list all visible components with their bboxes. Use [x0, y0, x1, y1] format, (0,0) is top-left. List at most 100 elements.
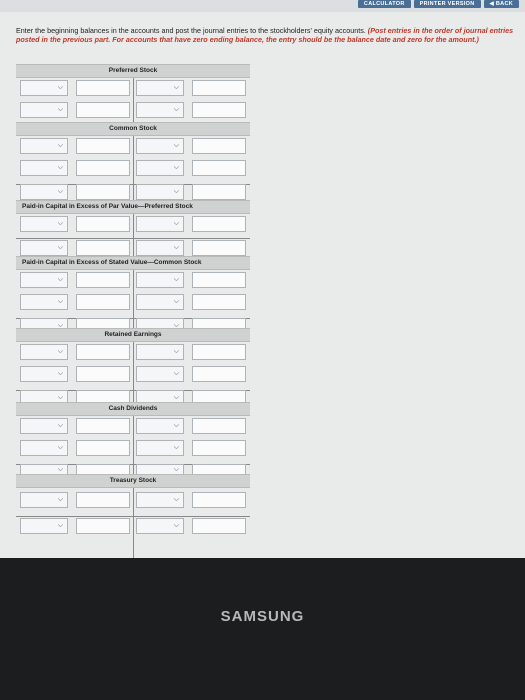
chevron-down-icon: ⌵ — [57, 220, 63, 227]
debit-amount-input[interactable] — [76, 272, 130, 288]
t-account-cash-dividends: Cash Dividends ⌵ ⌵ ⌵ ⌵ ⌵ ⌵ — [16, 402, 250, 482]
chevron-down-icon: ⌵ — [173, 188, 179, 195]
instructions-text: Enter the beginning balances in the acco… — [16, 26, 366, 35]
t-account-title: Preferred Stock — [16, 64, 250, 78]
debit-date-select[interactable]: ⌵ — [20, 344, 68, 360]
chevron-down-icon: ⌵ — [57, 244, 63, 251]
chevron-down-icon: ⌵ — [57, 444, 63, 451]
credit-date-select[interactable]: ⌵ — [136, 240, 184, 256]
credit-date-select[interactable]: ⌵ — [136, 344, 184, 360]
credit-amount-input[interactable] — [192, 440, 246, 456]
top-toolbar: CALCULATOR PRINTER VERSION ◀ BACK — [0, 0, 525, 12]
credit-amount-input[interactable] — [192, 80, 246, 96]
t-account-title: Retained Earnings — [16, 328, 250, 342]
debit-date-select[interactable]: ⌵ — [20, 102, 68, 118]
back-button[interactable]: ◀ BACK — [483, 0, 519, 8]
t-account-retained-earnings: Retained Earnings ⌵ ⌵ ⌵ ⌵ ⌵ ⌵ — [16, 328, 250, 410]
credit-date-select[interactable]: ⌵ — [136, 160, 184, 176]
debit-date-select[interactable]: ⌵ — [20, 160, 68, 176]
chevron-down-icon: ⌵ — [57, 84, 63, 91]
chevron-down-icon: ⌵ — [173, 370, 179, 377]
credit-date-select[interactable]: ⌵ — [136, 272, 184, 288]
printer-version-button[interactable]: PRINTER VERSION — [413, 0, 481, 8]
t-account-title: Paid-in Capital in Excess of Stated Valu… — [16, 256, 250, 270]
chevron-down-icon: ⌵ — [173, 142, 179, 149]
debit-amount-input[interactable] — [76, 294, 130, 310]
debit-amount-input[interactable] — [76, 518, 130, 534]
debit-amount-input[interactable] — [76, 492, 130, 508]
credit-date-select[interactable]: ⌵ — [136, 418, 184, 434]
debit-date-select[interactable]: ⌵ — [20, 518, 68, 534]
monitor-bezel — [0, 558, 525, 700]
debit-date-select[interactable]: ⌵ — [20, 294, 68, 310]
debit-amount-input[interactable] — [76, 184, 130, 200]
credit-amount-input[interactable] — [192, 216, 246, 232]
debit-date-select[interactable]: ⌵ — [20, 366, 68, 382]
debit-amount-input[interactable] — [76, 418, 130, 434]
debit-amount-input[interactable] — [76, 80, 130, 96]
chevron-down-icon: ⌵ — [57, 348, 63, 355]
chevron-down-icon: ⌵ — [57, 522, 63, 529]
debit-amount-input[interactable] — [76, 240, 130, 256]
chevron-down-icon: ⌵ — [57, 394, 63, 401]
credit-date-select[interactable]: ⌵ — [136, 366, 184, 382]
credit-amount-input[interactable] — [192, 492, 246, 508]
credit-amount-input[interactable] — [192, 518, 246, 534]
debit-date-select[interactable]: ⌵ — [20, 80, 68, 96]
chevron-down-icon: ⌵ — [173, 422, 179, 429]
chevron-down-icon: ⌵ — [173, 348, 179, 355]
debit-date-select[interactable]: ⌵ — [20, 492, 68, 508]
credit-date-select[interactable]: ⌵ — [136, 138, 184, 154]
chevron-down-icon: ⌵ — [57, 298, 63, 305]
chevron-down-icon: ⌵ — [173, 522, 179, 529]
chevron-down-icon: ⌵ — [173, 276, 179, 283]
credit-amount-input[interactable] — [192, 184, 246, 200]
credit-date-select[interactable]: ⌵ — [136, 518, 184, 534]
chevron-down-icon: ⌵ — [57, 496, 63, 503]
t-account-title: Common Stock — [16, 122, 250, 136]
credit-amount-input[interactable] — [192, 294, 246, 310]
debit-date-select[interactable]: ⌵ — [20, 272, 68, 288]
credit-amount-input[interactable] — [192, 138, 246, 154]
credit-amount-input[interactable] — [192, 366, 246, 382]
credit-amount-input[interactable] — [192, 240, 246, 256]
debit-amount-input[interactable] — [76, 216, 130, 232]
chevron-down-icon: ⌵ — [57, 164, 63, 171]
credit-date-select[interactable]: ⌵ — [136, 294, 184, 310]
credit-amount-input[interactable] — [192, 160, 246, 176]
chevron-down-icon: ⌵ — [57, 142, 63, 149]
debit-amount-input[interactable] — [76, 160, 130, 176]
chevron-down-icon: ⌵ — [173, 496, 179, 503]
debit-date-select[interactable]: ⌵ — [20, 240, 68, 256]
debit-date-select[interactable]: ⌵ — [20, 216, 68, 232]
debit-date-select[interactable]: ⌵ — [20, 440, 68, 456]
credit-amount-input[interactable] — [192, 102, 246, 118]
debit-date-select[interactable]: ⌵ — [20, 184, 68, 200]
credit-date-select[interactable]: ⌵ — [136, 440, 184, 456]
credit-amount-input[interactable] — [192, 344, 246, 360]
chevron-down-icon: ⌵ — [173, 444, 179, 451]
credit-amount-input[interactable] — [192, 272, 246, 288]
chevron-down-icon: ⌵ — [173, 298, 179, 305]
debit-amount-input[interactable] — [76, 344, 130, 360]
credit-date-select[interactable]: ⌵ — [136, 184, 184, 200]
chevron-down-icon: ⌵ — [57, 370, 63, 377]
t-account-paid-in-capital-common: Paid-in Capital in Excess of Stated Valu… — [16, 256, 250, 338]
debit-amount-input[interactable] — [76, 102, 130, 118]
instructions: Enter the beginning balances in the acco… — [16, 26, 521, 44]
credit-date-select[interactable]: ⌵ — [136, 492, 184, 508]
t-account-common-stock: Common Stock ⌵ ⌵ ⌵ ⌵ ⌵ ⌵ — [16, 122, 250, 206]
credit-amount-input[interactable] — [192, 418, 246, 434]
chevron-down-icon: ⌵ — [57, 422, 63, 429]
debit-amount-input[interactable] — [76, 138, 130, 154]
credit-date-select[interactable]: ⌵ — [136, 102, 184, 118]
debit-amount-input[interactable] — [76, 440, 130, 456]
credit-date-select[interactable]: ⌵ — [136, 80, 184, 96]
chevron-down-icon: ⌵ — [57, 466, 63, 473]
debit-amount-input[interactable] — [76, 366, 130, 382]
debit-date-select[interactable]: ⌵ — [20, 418, 68, 434]
t-account-title: Paid-in Capital in Excess of Par Value—P… — [16, 200, 250, 214]
calculator-button[interactable]: CALCULATOR — [357, 0, 411, 8]
credit-date-select[interactable]: ⌵ — [136, 216, 184, 232]
debit-date-select[interactable]: ⌵ — [20, 138, 68, 154]
